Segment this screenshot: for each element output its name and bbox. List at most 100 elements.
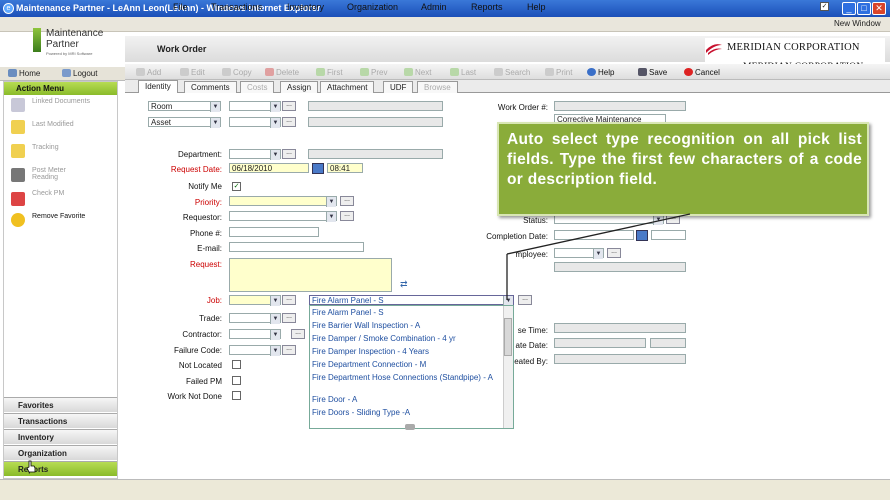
- request-time-input[interactable]: 08:41: [327, 163, 363, 173]
- calendar-icon[interactable]: [312, 163, 324, 174]
- notify-me-checkbox[interactable]: ✓: [232, 182, 241, 191]
- room-input[interactable]: ▼: [229, 101, 281, 112]
- list-item[interactable]: Fire Barrier Wall Inspection - A: [312, 321, 420, 330]
- tab-udf[interactable]: UDF: [383, 81, 414, 93]
- list-item[interactable]: Fire Damper Inspection - 4 Years: [312, 347, 429, 356]
- asset-input[interactable]: ▼: [229, 117, 281, 128]
- department-lookup-button[interactable]: ...: [282, 149, 296, 159]
- tab-costs[interactable]: Costs: [240, 81, 275, 93]
- add-button[interactable]: Add: [136, 68, 161, 77]
- requestor-lookup-button[interactable]: ...: [340, 211, 354, 221]
- sidebar-item-check-pm[interactable]: Check PM: [32, 190, 64, 197]
- room-lookup-button[interactable]: ...: [282, 101, 296, 111]
- sidebar-section-transactions[interactable]: Transactions: [4, 413, 117, 428]
- requestor-select[interactable]: ▼: [229, 211, 337, 222]
- resize-grip-icon[interactable]: [405, 424, 415, 430]
- email-input[interactable]: [229, 242, 364, 252]
- tab-attachment[interactable]: Attachment: [320, 81, 375, 93]
- menu-reports[interactable]: Reports: [471, 2, 503, 12]
- not-located-checkbox[interactable]: [232, 360, 241, 369]
- copy-button[interactable]: Copy: [222, 68, 252, 77]
- list-item[interactable]: Fire Damper / Smoke Combination - 4 yr: [312, 334, 456, 343]
- logout-button[interactable]: Logout: [62, 69, 97, 78]
- department-input[interactable]: ▼: [229, 149, 281, 160]
- sidebar-section-reports[interactable]: Reports: [4, 461, 117, 476]
- edit-button[interactable]: Edit: [180, 68, 205, 77]
- next-icon: [404, 68, 413, 76]
- minimize-icon[interactable]: _: [842, 2, 856, 15]
- search-button[interactable]: Search: [494, 68, 530, 77]
- home-button[interactable]: Home: [8, 69, 40, 78]
- sidebar-item-last-modified[interactable]: Last Modified: [32, 121, 74, 128]
- failure-code-input[interactable]: ▼: [229, 345, 281, 356]
- job-description-combobox[interactable]: Fire Alarm Panel - S ▼: [309, 295, 514, 306]
- list-item[interactable]: Fire Doors - Sliding Type -A: [312, 408, 410, 417]
- list-item[interactable]: Fire Door - A: [312, 395, 357, 404]
- contractor-lookup-button[interactable]: ...: [291, 329, 305, 339]
- item-type-select[interactable]: Asset ▼: [148, 117, 221, 128]
- location-type-select[interactable]: Room ▼: [148, 101, 221, 112]
- search-icon: [494, 68, 503, 76]
- trade-lookup-button[interactable]: ...: [282, 313, 296, 323]
- tab-browse[interactable]: Browse: [417, 81, 458, 93]
- status-bar: [0, 479, 890, 500]
- new-window-checkbox[interactable]: ✓: [820, 2, 829, 11]
- request-textarea[interactable]: [229, 258, 392, 292]
- print-button[interactable]: Print: [545, 68, 572, 77]
- job-lookup-button[interactable]: ...: [282, 295, 296, 305]
- tracking-icon: [11, 144, 25, 158]
- tab-identity[interactable]: Identity: [138, 80, 178, 93]
- callout-text: Auto select type recognition on all pick…: [507, 131, 862, 188]
- list-item[interactable]: Fire Department Hose Connections (Standp…: [312, 373, 502, 383]
- spell-check-icon[interactable]: ⇄: [400, 279, 408, 290]
- sidebar-item-tracking[interactable]: Tracking: [32, 144, 59, 151]
- sidebar-item-post-meter-reading[interactable]: Post Meter Reading: [32, 167, 66, 181]
- priority-lookup-button[interactable]: ...: [340, 196, 354, 206]
- close-icon[interactable]: ✕: [872, 2, 886, 15]
- tab-assign[interactable]: Assign: [280, 81, 319, 93]
- phone-input[interactable]: [229, 227, 319, 237]
- list-item[interactable]: Fire Alarm Panel - S: [312, 308, 384, 317]
- new-window-label: New Window: [834, 19, 881, 28]
- job-input[interactable]: ▼: [229, 295, 281, 306]
- help-button[interactable]: Help: [587, 68, 614, 77]
- maximize-icon[interactable]: □: [857, 2, 871, 15]
- sidebar-item-remove-favorite[interactable]: Remove Favorite: [32, 213, 85, 220]
- priority-select[interactable]: ▼: [229, 196, 337, 207]
- menu-organization[interactable]: Organization: [347, 2, 398, 12]
- contractor-input[interactable]: ▼: [229, 329, 281, 340]
- request-date-input[interactable]: 06/18/2010: [229, 163, 309, 173]
- list-scrollbar-thumb[interactable]: [504, 318, 512, 356]
- not-located-label: Not Located: [178, 361, 222, 370]
- action-menu-header[interactable]: Action Menu: [4, 82, 117, 95]
- menu-help[interactable]: Help: [527, 2, 546, 12]
- asset-lookup-button[interactable]: ...: [282, 117, 296, 127]
- work-not-done-checkbox[interactable]: [232, 391, 241, 400]
- delete-button[interactable]: Delete: [265, 68, 299, 77]
- update-time-value: [650, 338, 686, 348]
- meridian-logo-large: MERIDIAN CORPORATION: [705, 38, 885, 60]
- last-button[interactable]: Last: [450, 68, 476, 77]
- sidebar-section-organization[interactable]: Organization: [4, 445, 117, 460]
- menu-admin[interactable]: Admin: [421, 2, 447, 12]
- menu-inventory[interactable]: Inventory: [287, 2, 324, 12]
- prev-button[interactable]: Prev: [360, 68, 387, 77]
- menu-file[interactable]: File: [173, 2, 188, 12]
- response-time-value: [554, 323, 686, 333]
- failure-code-lookup-button[interactable]: ...: [282, 345, 296, 355]
- failed-pm-checkbox[interactable]: [232, 376, 241, 385]
- priority-label: Priority:: [194, 198, 222, 207]
- menu-bar: [0, 17, 890, 32]
- sidebar-section-inventory[interactable]: Inventory: [4, 429, 117, 444]
- first-button[interactable]: First: [316, 68, 343, 77]
- sidebar-item-linked-documents[interactable]: Linked Documents: [32, 98, 90, 105]
- save-button[interactable]: Save: [638, 68, 667, 77]
- list-item[interactable]: Fire Department Connection - M: [312, 360, 426, 369]
- sidebar-section-favorites[interactable]: Favorites: [4, 397, 117, 412]
- next-button[interactable]: Next: [404, 68, 431, 77]
- room-description: [308, 101, 443, 111]
- cancel-button[interactable]: Cancel: [684, 68, 720, 77]
- menu-transactions[interactable]: Transactions: [211, 2, 262, 12]
- trade-input[interactable]: ▼: [229, 313, 281, 324]
- tab-comments[interactable]: Comments: [184, 81, 237, 93]
